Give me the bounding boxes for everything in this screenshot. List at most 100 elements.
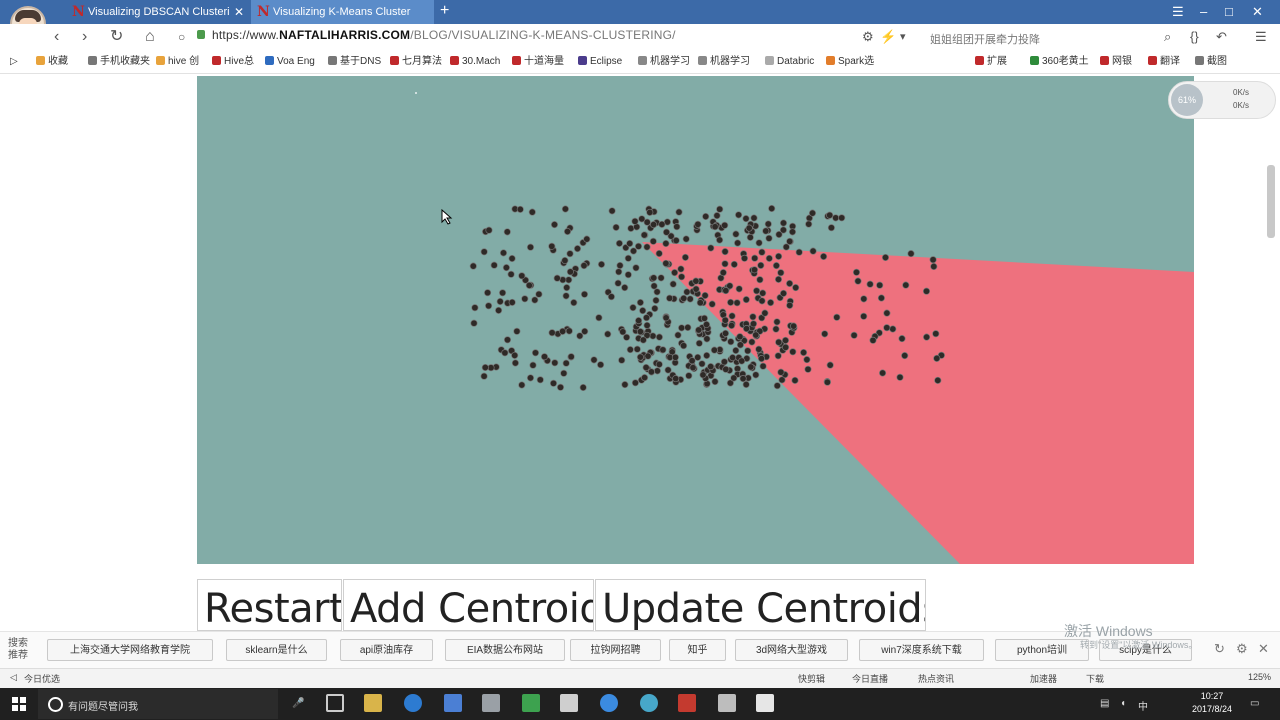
store-icon[interactable] — [444, 694, 462, 712]
status-item[interactable]: 加速器 — [1030, 672, 1057, 685]
app-icon[interactable] — [640, 694, 658, 712]
bookmark-label: 机器学习 — [650, 56, 690, 67]
status-today-picks[interactable]: 今日优选 — [24, 672, 60, 685]
bookmark-item[interactable]: Eclipse — [578, 56, 622, 68]
recommend-chip[interactable]: api原油库存 — [340, 639, 433, 661]
data-point — [642, 363, 650, 372]
microphone-icon[interactable]: 🎤 — [292, 698, 304, 709]
forward-icon[interactable]: › — [82, 26, 87, 48]
voronoi-visualization[interactable] — [197, 76, 1194, 564]
edge-icon[interactable] — [404, 694, 422, 712]
close-window-icon[interactable]: ✕ — [1252, 0, 1263, 24]
cortana-search[interactable]: 有问题尽管问我 — [38, 689, 278, 719]
bookmark-item[interactable]: 翻译 — [1148, 56, 1180, 68]
task-view-icon[interactable] — [326, 694, 344, 712]
data-point — [689, 364, 697, 372]
app-icon[interactable] — [482, 694, 500, 712]
app-icon[interactable] — [718, 694, 736, 712]
volume-icon[interactable]: ◖ — [1120, 698, 1126, 709]
tab-kmeans[interactable]: N Visualizing K-Means Cluster — [251, 0, 434, 24]
tab-dbscan[interactable]: N Visualizing DBSCAN Clusteri ✕ — [66, 0, 250, 24]
zoom-level[interactable]: 125% — [1248, 672, 1271, 682]
bookmark-item[interactable]: 基于DNS — [328, 56, 381, 68]
tab-label: Visualizing K-Means Cluster — [273, 6, 411, 18]
windows-start-icon[interactable] — [12, 697, 26, 711]
bookmark-item[interactable]: 七月算法 — [390, 56, 442, 68]
reload-icon[interactable]: ↻ — [110, 26, 123, 48]
restart-button[interactable]: Restart — [197, 579, 342, 631]
braces-icon[interactable]: {} — [1190, 26, 1199, 48]
new-tab-icon[interactable]: + — [440, 0, 449, 22]
menu-icon[interactable]: ☰ — [1172, 0, 1184, 24]
recommend-chip[interactable]: 上海交通大学网络教育学院 — [47, 639, 213, 661]
app-icon[interactable] — [756, 694, 774, 712]
recommend-chip[interactable]: 拉钩网招聘 — [570, 639, 661, 661]
more-menu-icon[interactable]: ☰ — [1255, 26, 1267, 48]
app-icon[interactable] — [560, 694, 578, 712]
bookmark-item[interactable]: Databric — [765, 56, 814, 68]
browser-icon[interactable] — [600, 694, 618, 712]
file-explorer-icon[interactable] — [364, 694, 382, 712]
maximize-icon[interactable]: □ — [1225, 0, 1233, 24]
status-item[interactable]: 下载 — [1086, 672, 1104, 685]
taskbar-clock[interactable]: 10:27 2017/8/24 — [1188, 690, 1236, 716]
bookmark-item[interactable]: Spark选 — [826, 56, 874, 68]
bookmark-item[interactable]: 机器学习 — [698, 56, 750, 68]
data-point — [711, 223, 719, 231]
recommend-chip[interactable]: EIA数据公布网站 — [445, 639, 565, 661]
minimize-icon[interactable]: – — [1200, 0, 1207, 24]
recommend-chip[interactable]: 3d网络大型游戏 — [735, 639, 848, 661]
bookmark-item[interactable]: 十道海量 — [512, 56, 564, 68]
extension-icon[interactable]: ⚙ — [862, 26, 874, 48]
news-ticker[interactable]: 姐姐组团开展牵力投降 — [930, 31, 1040, 47]
settings-icon[interactable]: ⚙ — [1236, 641, 1248, 657]
status-speaker-icon[interactable]: ◁ — [10, 672, 17, 683]
bookmarks-toggle-icon[interactable]: ▷ — [10, 56, 18, 68]
page-scrollbar[interactable] — [1267, 165, 1275, 238]
status-item[interactable]: 热点资讯 — [918, 672, 954, 685]
recommend-chip[interactable]: win7深度系统下载 — [859, 639, 984, 661]
data-point — [808, 209, 817, 217]
bookmark-item[interactable]: 360老黄土 — [1030, 56, 1089, 68]
data-point — [624, 254, 632, 262]
recommend-chip[interactable]: 知乎 — [669, 639, 726, 661]
bookmark-item[interactable]: Voa Eng — [265, 56, 315, 68]
network-tray-icon[interactable]: ▤ — [1100, 698, 1109, 709]
data-point — [758, 297, 766, 305]
data-point — [580, 290, 589, 298]
back-icon[interactable]: ‹ — [54, 26, 59, 48]
close-icon[interactable]: ✕ — [1258, 641, 1269, 657]
powerpoint-icon[interactable] — [678, 694, 696, 712]
close-tab-icon[interactable]: ✕ — [234, 0, 244, 24]
bookmark-item[interactable]: 网银 — [1100, 56, 1132, 68]
undo-icon[interactable]: ↶ — [1216, 26, 1227, 48]
bookmark-item[interactable]: 机器学习 — [638, 56, 690, 68]
wechat-icon[interactable] — [522, 694, 540, 712]
bookmark-item[interactable]: Hive总 — [212, 56, 254, 68]
speed-icon[interactable]: ⚡ — [880, 26, 896, 48]
bookmark-item[interactable]: 扩展 — [975, 56, 1007, 68]
data-point — [775, 338, 783, 346]
recommend-chip[interactable]: python培训 — [995, 639, 1089, 661]
bookmark-item[interactable]: 收藏 — [36, 56, 68, 68]
bookmark-item[interactable]: 手机收藏夹 — [88, 56, 150, 68]
status-item[interactable]: 快剪辑 — [798, 672, 825, 685]
recommend-chip[interactable]: sklearn是什么 — [226, 639, 327, 661]
dropdown-chevron-icon[interactable]: ▾ — [900, 26, 906, 48]
data-point — [933, 354, 941, 362]
update-centroids-button[interactable]: Update Centroids — [595, 579, 926, 631]
ime-indicator[interactable]: 中 — [1138, 698, 1148, 713]
notification-icon[interactable]: ▭ — [1250, 698, 1259, 709]
refresh-icon[interactable]: ↻ — [1214, 641, 1225, 657]
add-centroid-button[interactable]: Add Centroid — [343, 579, 594, 631]
site-info-icon[interactable]: ○ — [178, 26, 185, 48]
network-speed-widget[interactable]: 61% 0K/s 0K/s — [1168, 81, 1276, 119]
bookmark-item[interactable]: 截图 — [1195, 56, 1227, 68]
kmeans-canvas[interactable] — [197, 76, 1194, 564]
bookmark-item[interactable]: 30.Mach — [450, 56, 500, 68]
bookmark-item[interactable]: hive 创 — [156, 56, 199, 68]
home-icon[interactable]: ⌂ — [145, 26, 155, 48]
status-item[interactable]: 今日直播 — [852, 672, 888, 685]
url-field[interactable]: https://www.NAFTALIHARRIS.COM/BLOG/VISUA… — [212, 28, 676, 42]
search-icon[interactable]: ⌕ — [1164, 26, 1171, 48]
